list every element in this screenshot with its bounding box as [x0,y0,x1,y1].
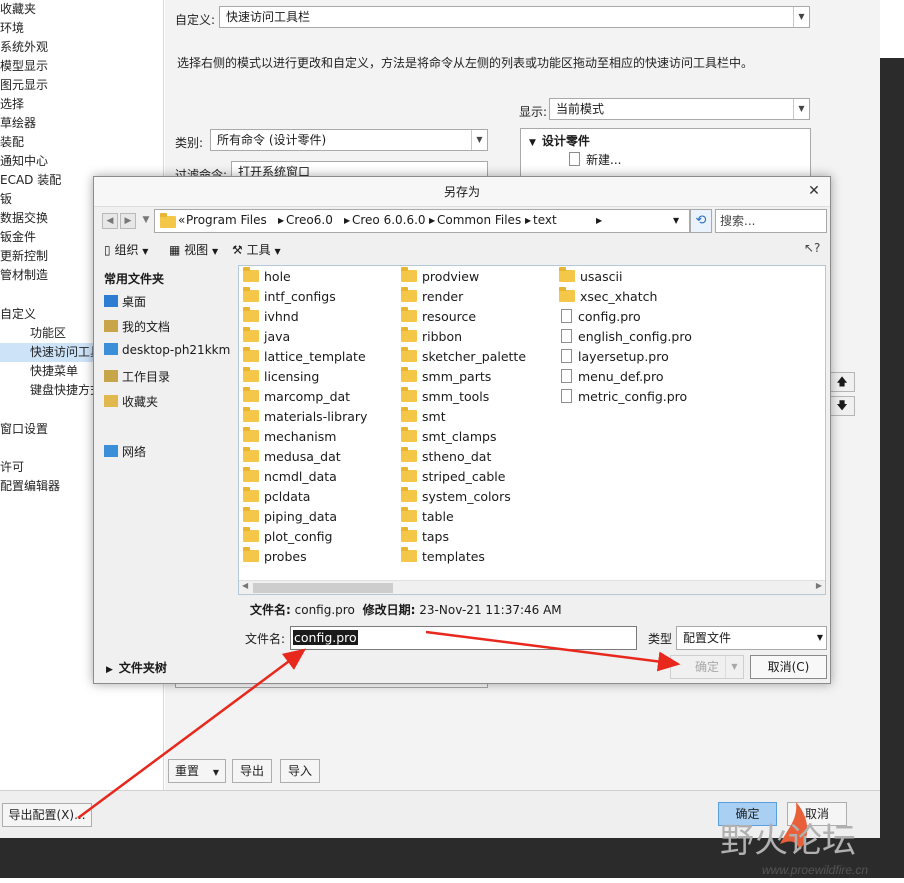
watermark-brand: 野火论坛 [720,822,856,860]
arrow-to-ok [425,630,681,672]
annotation-arrows [77,630,681,820]
watermark-url: www.proewildfire.cn [762,863,868,877]
arrow-to-filename [77,648,307,820]
watermark: 野火论坛 www.proewildfire.cn [718,800,898,880]
